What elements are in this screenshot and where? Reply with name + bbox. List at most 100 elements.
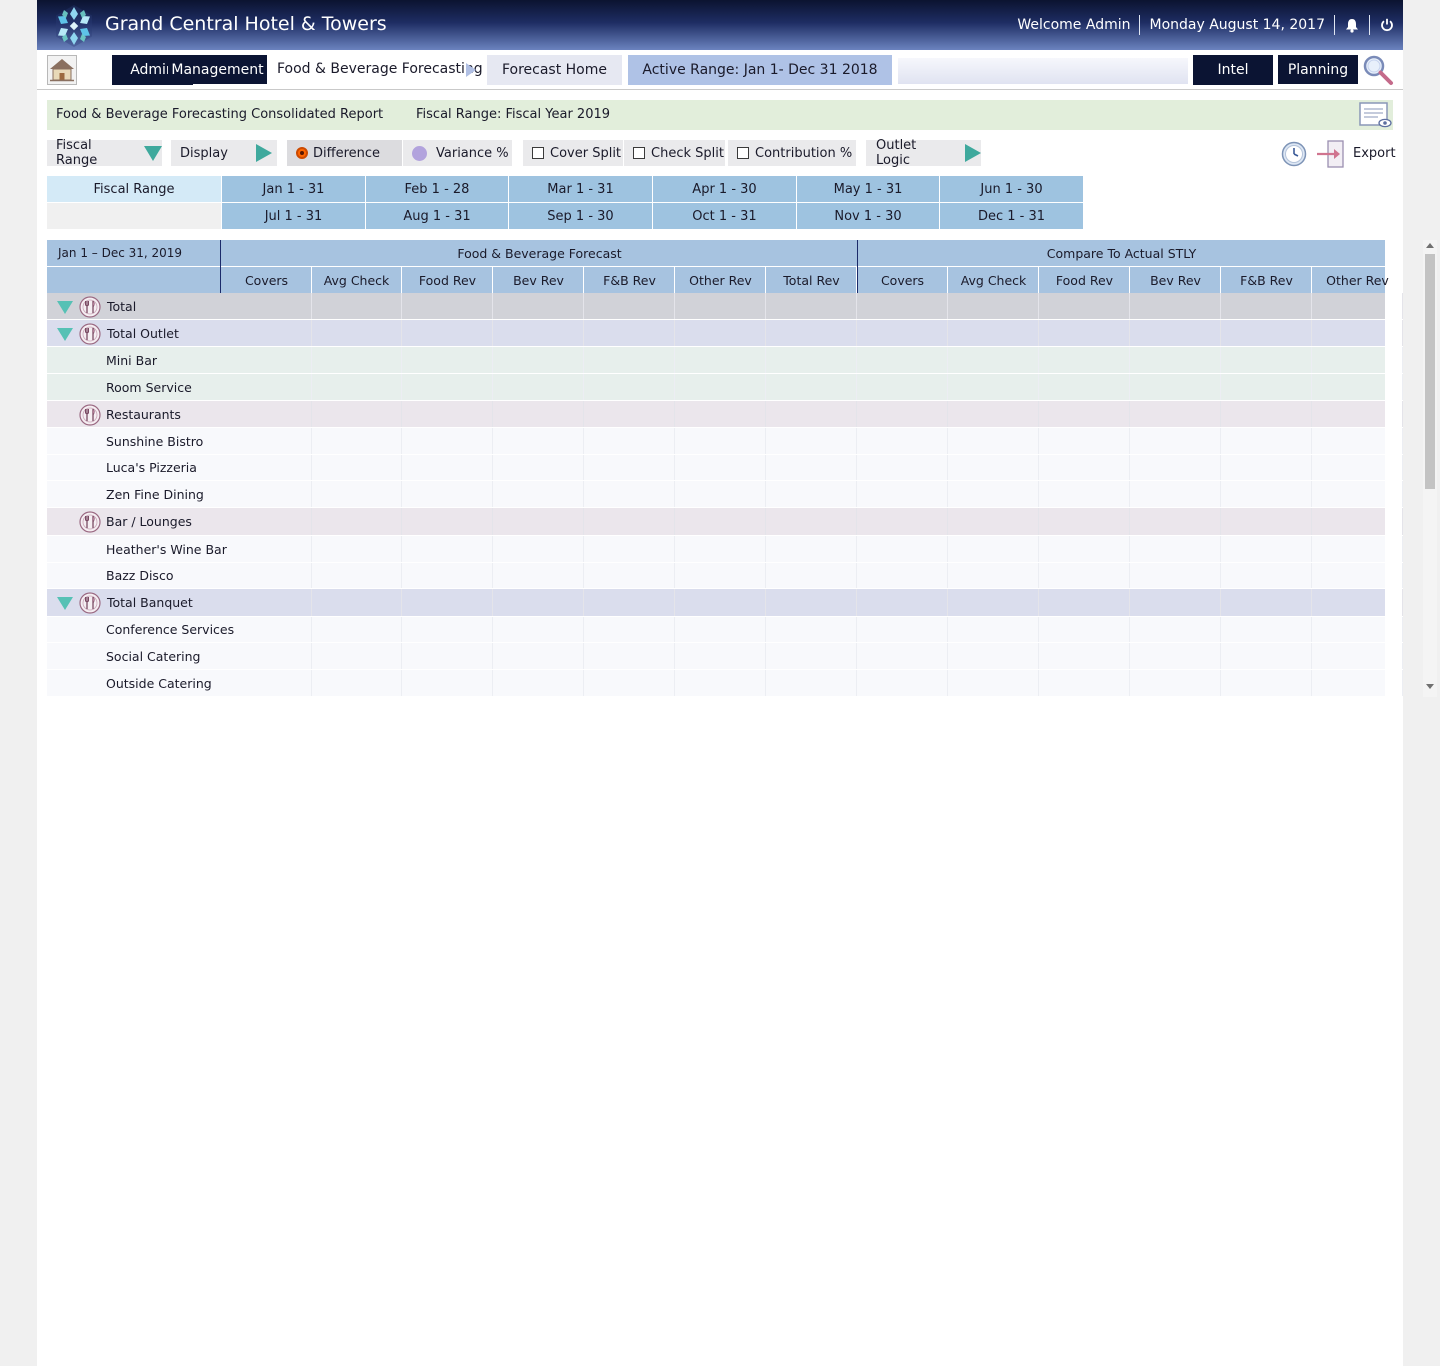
table-cell[interactable]: [1131, 643, 1221, 669]
table-cell[interactable]: [858, 508, 948, 535]
table-cell[interactable]: [494, 563, 584, 588]
table-cell[interactable]: [767, 481, 857, 507]
table-cell[interactable]: [585, 589, 675, 616]
table-cell[interactable]: [858, 643, 948, 669]
table-cell[interactable]: [1131, 455, 1221, 480]
table-cell[interactable]: [767, 563, 857, 588]
table-cell[interactable]: [858, 428, 948, 454]
table-cell[interactable]: [676, 481, 766, 507]
column-header[interactable]: Other Rev: [676, 267, 766, 293]
table-cell[interactable]: [222, 536, 312, 562]
table-cell[interactable]: [312, 455, 402, 480]
table-cell[interactable]: [222, 643, 312, 669]
table-cell[interactable]: [1131, 401, 1221, 427]
table-cell[interactable]: [403, 536, 493, 562]
table-cell[interactable]: [312, 428, 402, 454]
table-cell[interactable]: [403, 401, 493, 427]
planning-button[interactable]: Planning: [1278, 55, 1358, 84]
table-cell[interactable]: [494, 320, 584, 346]
table-cell[interactable]: [312, 536, 402, 562]
column-header[interactable]: Food Rev: [403, 267, 493, 293]
table-cell[interactable]: [494, 347, 584, 373]
forecast-home-button[interactable]: Forecast Home: [487, 55, 622, 85]
bell-icon[interactable]: [1344, 17, 1360, 33]
table-cell[interactable]: [1313, 508, 1403, 535]
table-cell[interactable]: [767, 589, 857, 616]
table-cell[interactable]: [767, 428, 857, 454]
month-cell[interactable]: Nov 1 - 30: [797, 203, 939, 229]
magnifier-icon[interactable]: [1362, 54, 1394, 86]
table-cell[interactable]: [312, 563, 402, 588]
month-cell[interactable]: Dec 1 - 31: [940, 203, 1083, 229]
table-cell[interactable]: [1131, 481, 1221, 507]
table-cell[interactable]: [676, 428, 766, 454]
column-header[interactable]: Avg Check: [949, 267, 1039, 293]
table-cell[interactable]: [1131, 347, 1221, 373]
table-cell[interactable]: [767, 347, 857, 373]
scroll-up-icon[interactable]: [1426, 243, 1434, 248]
table-cell[interactable]: [1040, 643, 1130, 669]
table-cell[interactable]: [676, 563, 766, 588]
table-cell[interactable]: [494, 293, 584, 319]
table-cell[interactable]: [585, 455, 675, 480]
column-header[interactable]: Bev Rev: [494, 267, 584, 293]
table-cell[interactable]: [858, 320, 948, 346]
scrollbar-thumb[interactable]: [1425, 254, 1435, 489]
table-cell[interactable]: [858, 617, 948, 642]
table-cell[interactable]: [403, 589, 493, 616]
table-cell[interactable]: [312, 401, 402, 427]
table-cell[interactable]: [676, 455, 766, 480]
column-header[interactable]: Food Rev: [1040, 267, 1130, 293]
table-cell[interactable]: [1131, 589, 1221, 616]
table-cell[interactable]: [1040, 563, 1130, 588]
table-cell[interactable]: [1040, 455, 1130, 480]
table-cell[interactable]: [1040, 670, 1130, 696]
table-cell[interactable]: [222, 508, 312, 535]
variance-radio[interactable]: Variance %: [403, 140, 512, 166]
table-row[interactable]: Bazz Disco: [47, 563, 1403, 589]
table-cell[interactable]: [1222, 347, 1312, 373]
table-cell[interactable]: [1222, 563, 1312, 588]
table-cell[interactable]: [676, 293, 766, 319]
table-cell[interactable]: [949, 455, 1039, 480]
month-cell[interactable]: Aug 1 - 31: [366, 203, 508, 229]
table-cell[interactable]: [858, 481, 948, 507]
table-cell[interactable]: [949, 508, 1039, 535]
table-cell[interactable]: [767, 293, 857, 319]
clock-icon[interactable]: [1281, 141, 1307, 167]
contribution-checkbox[interactable]: Contribution %: [728, 140, 856, 166]
table-cell[interactable]: [1040, 347, 1130, 373]
table-cell[interactable]: [1131, 320, 1221, 346]
table-cell[interactable]: [1313, 374, 1403, 400]
table-cell[interactable]: [676, 536, 766, 562]
management-menu-button[interactable]: Management: [168, 55, 267, 84]
table-cell[interactable]: [403, 617, 493, 642]
outlet-logic-selector[interactable]: Outlet Logic: [866, 138, 981, 168]
expand-triangle-icon[interactable]: [57, 597, 73, 610]
table-cell[interactable]: [222, 670, 312, 696]
month-cell[interactable]: Feb 1 - 28: [366, 176, 508, 202]
table-cell[interactable]: [1222, 320, 1312, 346]
table-cell[interactable]: [403, 670, 493, 696]
table-cell[interactable]: [312, 481, 402, 507]
table-cell[interactable]: [222, 563, 312, 588]
month-cell[interactable]: Oct 1 - 31: [653, 203, 796, 229]
table-cell[interactable]: [403, 455, 493, 480]
table-cell[interactable]: [494, 401, 584, 427]
table-cell[interactable]: [312, 347, 402, 373]
table-cell[interactable]: [494, 481, 584, 507]
table-cell[interactable]: [1131, 293, 1221, 319]
table-cell[interactable]: [403, 293, 493, 319]
column-header[interactable]: Other Rev: [1313, 267, 1403, 293]
table-cell[interactable]: [222, 428, 312, 454]
table-cell[interactable]: [1313, 617, 1403, 642]
table-cell[interactable]: [494, 508, 584, 535]
table-cell[interactable]: [403, 643, 493, 669]
table-cell[interactable]: [1313, 563, 1403, 588]
table-cell[interactable]: [585, 320, 675, 346]
table-cell[interactable]: [1313, 589, 1403, 616]
table-cell[interactable]: [403, 508, 493, 535]
report-view-icon[interactable]: [1358, 101, 1392, 129]
month-cell[interactable]: Apr 1 - 30: [653, 176, 796, 202]
table-cell[interactable]: [222, 481, 312, 507]
